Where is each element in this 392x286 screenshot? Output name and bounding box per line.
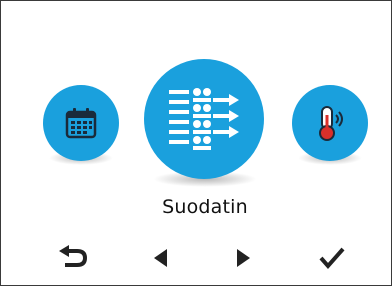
thermometer-icon — [319, 106, 343, 141]
menu-item-filter[interactable] — [144, 59, 264, 179]
back-arrow-icon — [59, 245, 88, 267]
arrow-right-icon — [237, 249, 250, 267]
filter-icon — [169, 88, 239, 150]
menu-current-label: Suodatin — [162, 196, 248, 218]
confirm-button[interactable] — [312, 241, 352, 275]
menu-item-calendar[interactable] — [43, 85, 119, 161]
checkmark-icon — [319, 247, 345, 270]
previous-button[interactable] — [140, 241, 180, 275]
arrow-left-icon — [154, 249, 167, 267]
back-button[interactable] — [54, 241, 94, 275]
next-button[interactable] — [224, 241, 264, 275]
menu-item-temperature[interactable] — [292, 85, 368, 161]
calendar-icon — [65, 108, 97, 139]
device-screen: Suodatin — [0, 0, 392, 286]
